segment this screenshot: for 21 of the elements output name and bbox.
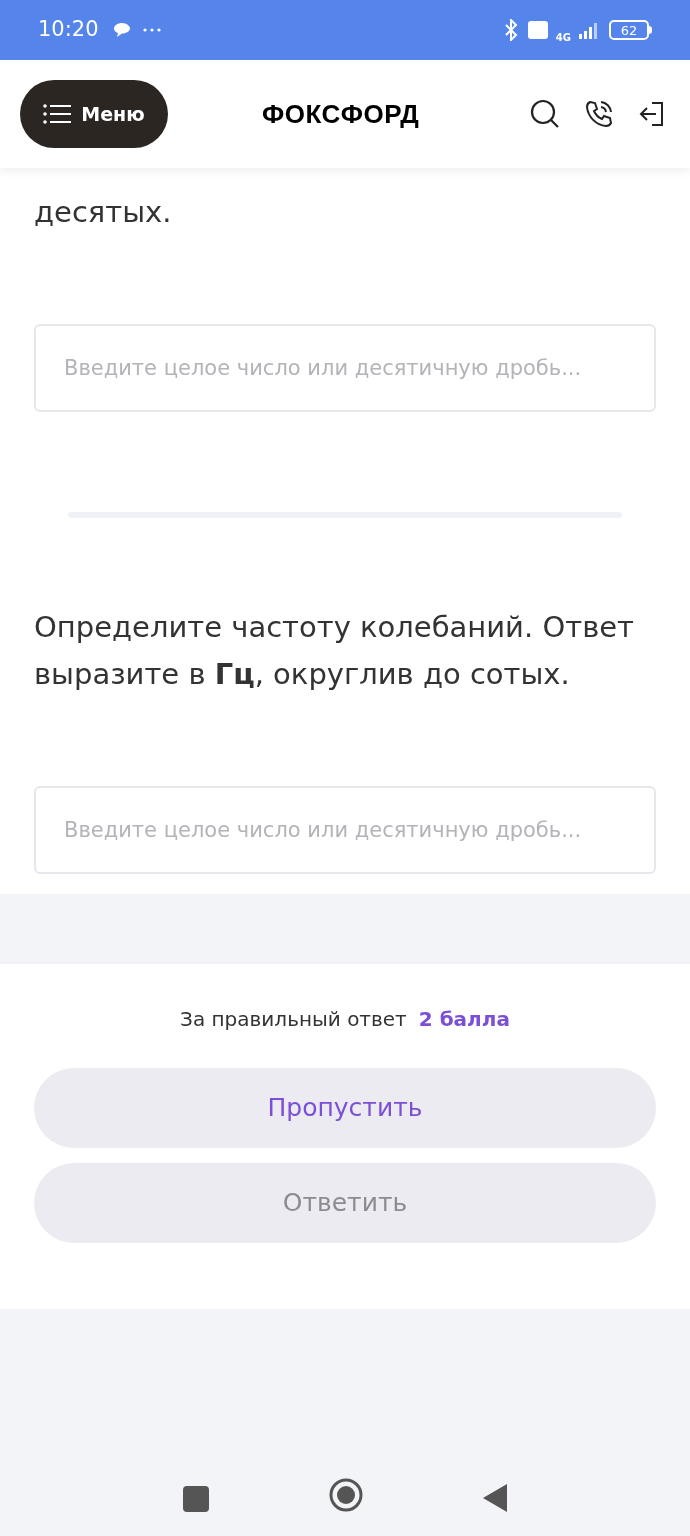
clock: 10:20 xyxy=(38,16,99,44)
menu-button[interactable]: Меню xyxy=(20,80,168,148)
search-icon[interactable] xyxy=(530,99,560,129)
network-label: 4G xyxy=(555,33,571,43)
home-icon[interactable] xyxy=(329,1478,363,1512)
score-label: За правильный ответ xyxy=(180,1006,407,1033)
logout-icon[interactable] xyxy=(638,100,666,128)
logo[interactable]: ФОКСФОРД xyxy=(262,94,420,134)
more-icon xyxy=(142,28,161,32)
menu-icon xyxy=(43,104,72,124)
answer-field[interactable]: Введите целое число или десятичную дробь... xyxy=(34,786,656,874)
question-text: Определите частоту колебаний. Ответ xyxy=(34,609,635,646)
phone-icon[interactable] xyxy=(584,99,614,129)
question-text: выразите в Гц, округлив до сотых. xyxy=(34,656,571,693)
question-text: десятых. xyxy=(34,194,173,231)
battery-icon: 62 xyxy=(609,20,652,40)
score-value: 2 балла xyxy=(418,1006,510,1033)
chat-icon xyxy=(112,22,131,38)
back-icon[interactable] xyxy=(483,1484,507,1512)
skip-button[interactable]: Пропустить xyxy=(34,1068,656,1148)
answer-field[interactable]: Введите целое число или десятичную дробь... xyxy=(34,324,656,412)
